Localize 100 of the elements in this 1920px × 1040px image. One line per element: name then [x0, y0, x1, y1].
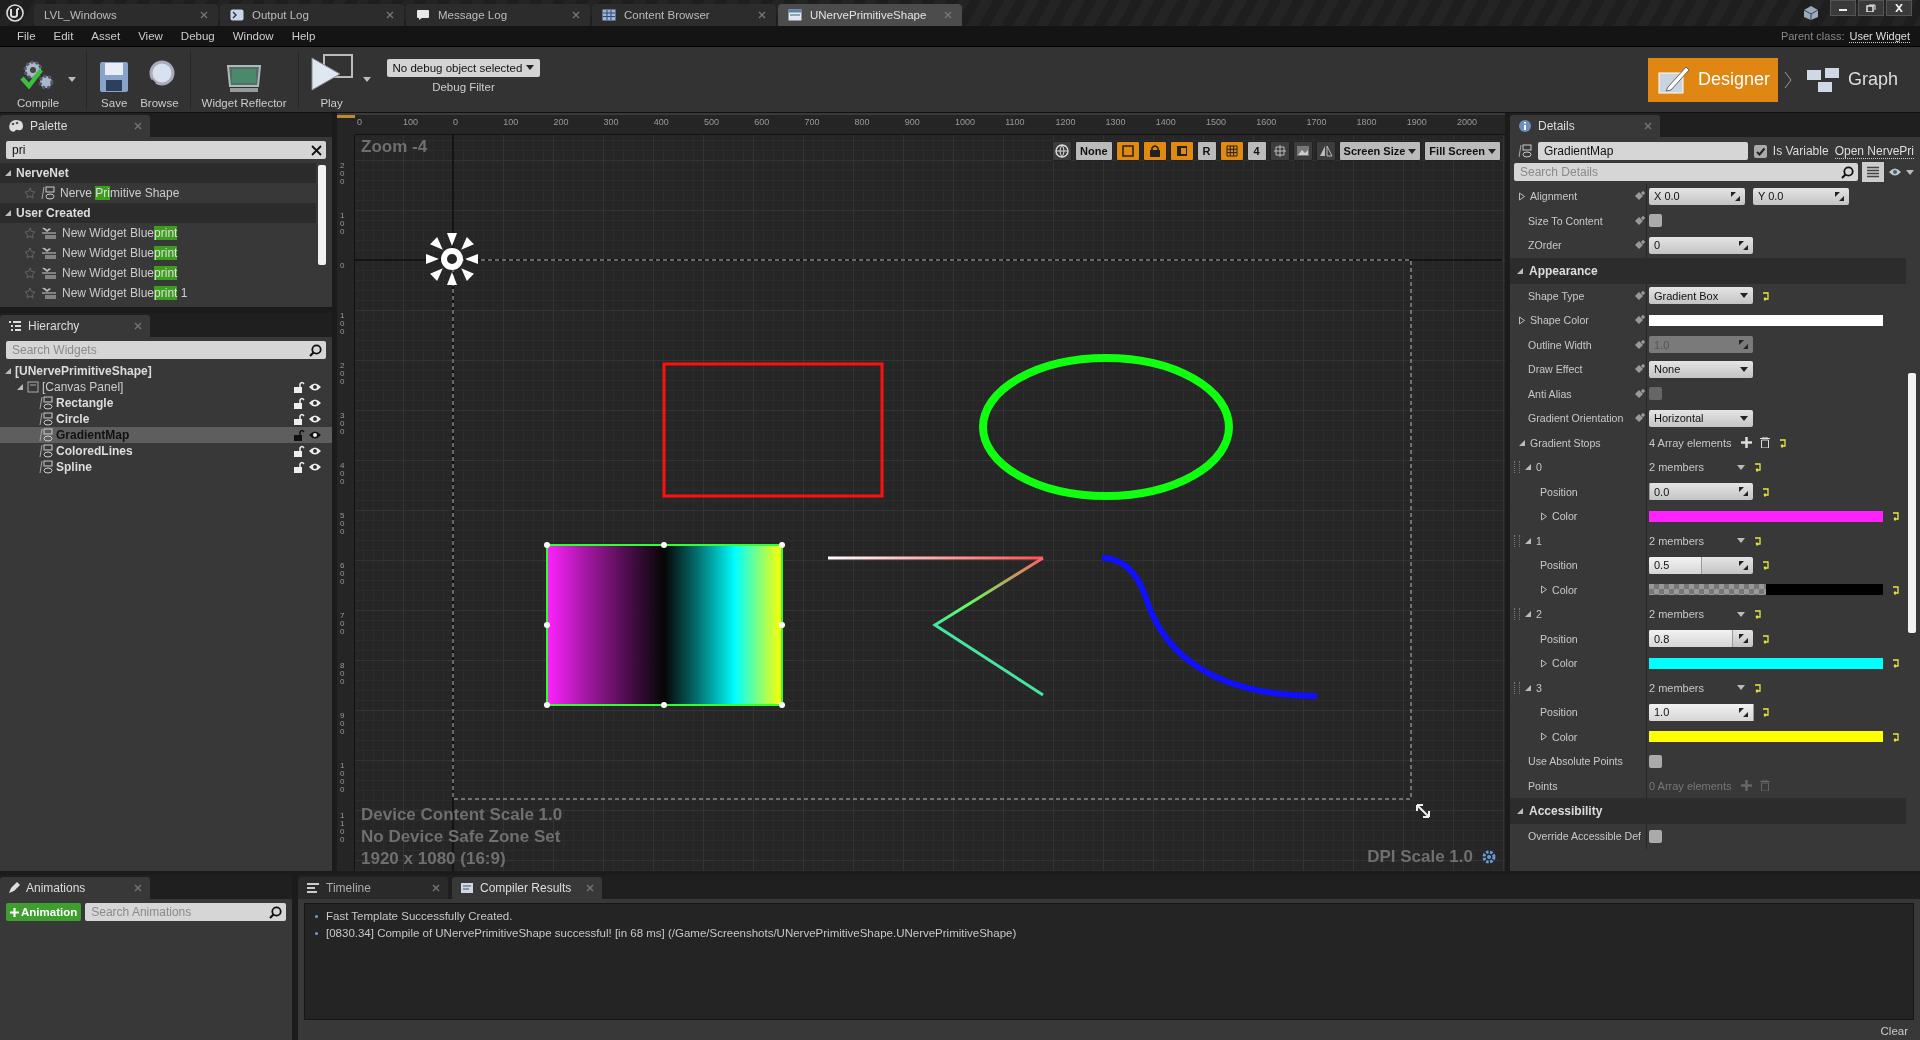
document-tab[interactable]: UNervePrimitiveShape: [778, 4, 962, 26]
resize-arrow-icon[interactable]: [1416, 804, 1430, 818]
section-header[interactable]: Accessibility: [1510, 798, 1906, 824]
reset-icon[interactable]: [1891, 511, 1901, 522]
expanded-arrow-icon[interactable]: [16, 383, 24, 391]
unlocked-icon[interactable]: [293, 461, 305, 473]
open-class-link[interactable]: Open NervePri: [1834, 143, 1914, 159]
star-icon[interactable]: [24, 287, 36, 299]
star-icon[interactable]: [24, 247, 36, 259]
eye-icon[interactable]: [308, 382, 322, 392]
dropdown[interactable]: Gradient Box: [1649, 287, 1753, 305]
panel-tab[interactable]: Timeline: [298, 877, 448, 899]
menu-item[interactable]: Help: [282, 30, 325, 42]
reset-icon[interactable]: [1891, 731, 1901, 742]
star-icon[interactable]: [24, 187, 36, 199]
hierarchy-row[interactable]: Rectangle: [0, 395, 332, 411]
expanded-arrow-icon[interactable]: [1524, 536, 1532, 545]
checkbox[interactable]: [1649, 754, 1662, 768]
slider-field[interactable]: 0.5: [1649, 556, 1753, 574]
number-field[interactable]: 0: [1649, 236, 1753, 254]
close-icon[interactable]: [1644, 122, 1652, 130]
clear-button[interactable]: Clear: [1874, 1024, 1914, 1038]
slider-field[interactable]: 0.8: [1649, 630, 1753, 648]
number-field[interactable]: Y 0.0: [1753, 187, 1849, 205]
binding-icon[interactable]: [1634, 363, 1646, 376]
maximize-button[interactable]: [1858, 0, 1884, 16]
menu-item[interactable]: Window: [223, 30, 283, 42]
viewport-button[interactable]: None: [1075, 141, 1113, 161]
hierarchy-row[interactable]: ColoredLines: [0, 443, 332, 459]
widget-item[interactable]: Nerve Primitive Shape: [60, 186, 180, 200]
expanded-arrow-icon[interactable]: [4, 209, 12, 217]
viewport-toggle-button[interactable]: [1115, 141, 1140, 161]
viewport-button[interactable]: 4: [1246, 141, 1267, 161]
eye-icon[interactable]: [308, 462, 322, 472]
document-tab[interactable]: Content Browser: [592, 4, 776, 26]
collapsed-arrow-icon[interactable]: [1540, 511, 1548, 521]
star-icon[interactable]: [24, 227, 36, 239]
collapsed-arrow-icon[interactable]: [1518, 191, 1526, 201]
reset-icon[interactable]: [1761, 707, 1771, 718]
color-swatch[interactable]: [1649, 584, 1883, 596]
panel-tab[interactable]: Hierarchy: [0, 315, 150, 337]
reset-icon[interactable]: [1761, 290, 1771, 301]
document-tab[interactable]: LVL_Windows: [34, 4, 218, 26]
reset-icon[interactable]: [1761, 560, 1771, 571]
expanded-arrow-icon[interactable]: [1524, 610, 1532, 619]
viewport-dropdown[interactable]: Screen Size: [1338, 141, 1422, 161]
unlocked-icon[interactable]: [293, 397, 305, 409]
panel-tab[interactable]: Details: [1510, 115, 1660, 137]
close-icon[interactable]: [134, 122, 142, 130]
ellipse-shape[interactable]: [979, 354, 1233, 500]
rectangle-shape[interactable]: [662, 362, 884, 498]
unlocked-icon[interactable]: [293, 413, 305, 425]
binding-icon[interactable]: [1634, 412, 1646, 425]
binding-icon[interactable]: [1634, 214, 1646, 227]
unlocked-icon[interactable]: [293, 445, 305, 457]
reset-icon[interactable]: [1753, 535, 1763, 546]
name-field[interactable]: GradientMap: [1538, 142, 1748, 160]
reset-icon[interactable]: [1753, 609, 1763, 620]
binding-icon[interactable]: [1634, 314, 1646, 327]
menu-item[interactable]: File: [8, 30, 45, 42]
viewport-toggle-button[interactable]: [1169, 141, 1194, 161]
close-icon[interactable]: [586, 884, 594, 892]
binding-icon[interactable]: [1634, 190, 1646, 203]
panel-tab[interactable]: Animations: [0, 877, 150, 899]
expanded-arrow-icon[interactable]: [1524, 463, 1532, 472]
eye-icon[interactable]: [308, 398, 322, 408]
binding-icon[interactable]: [1634, 239, 1646, 252]
dropdown-arrow[interactable]: [362, 77, 371, 82]
reset-icon[interactable]: [1753, 682, 1763, 693]
menu-item[interactable]: View: [129, 30, 172, 42]
expanded-arrow-icon[interactable]: [4, 367, 12, 375]
reset-icon[interactable]: [1753, 462, 1763, 473]
checkbox[interactable]: [1649, 829, 1662, 843]
clear-icon[interactable]: [311, 144, 322, 156]
engine-logo-icon[interactable]: [6, 4, 24, 22]
dropdown[interactable]: None: [1649, 360, 1753, 378]
close-icon[interactable]: [134, 322, 142, 330]
toolbar-button[interactable]: Play: [304, 50, 359, 109]
lock-icon[interactable]: [1147, 144, 1162, 158]
debug-object-dropdown[interactable]: No debug object selected: [386, 58, 541, 77]
settings-icon[interactable]: [1481, 849, 1497, 865]
slider-field[interactable]: 0.0: [1649, 483, 1753, 501]
cube-icon[interactable]: [1802, 4, 1820, 22]
frame-icon[interactable]: [1120, 144, 1135, 158]
parent-class-link[interactable]: User Widget: [1849, 29, 1910, 43]
eye-icon[interactable]: [308, 446, 322, 456]
close-icon[interactable]: [432, 884, 440, 892]
panel-icon[interactable]: [1174, 144, 1189, 158]
color-swatch[interactable]: [1649, 731, 1883, 743]
gradient-box-shape[interactable]: [544, 542, 785, 708]
unlocked-icon[interactable]: [293, 381, 305, 393]
view-options-button[interactable]: [1862, 162, 1884, 182]
reset-icon[interactable]: [1778, 437, 1788, 448]
panel-tab[interactable]: Palette: [0, 115, 150, 137]
minimize-button[interactable]: [1830, 0, 1856, 16]
viewport-toggle-button[interactable]: [1219, 141, 1244, 161]
checkbox[interactable]: [1649, 214, 1662, 228]
menu-item[interactable]: Asset: [82, 30, 130, 42]
collapsed-arrow-icon[interactable]: [1540, 585, 1548, 595]
expanded-arrow-icon[interactable]: [1518, 438, 1526, 447]
